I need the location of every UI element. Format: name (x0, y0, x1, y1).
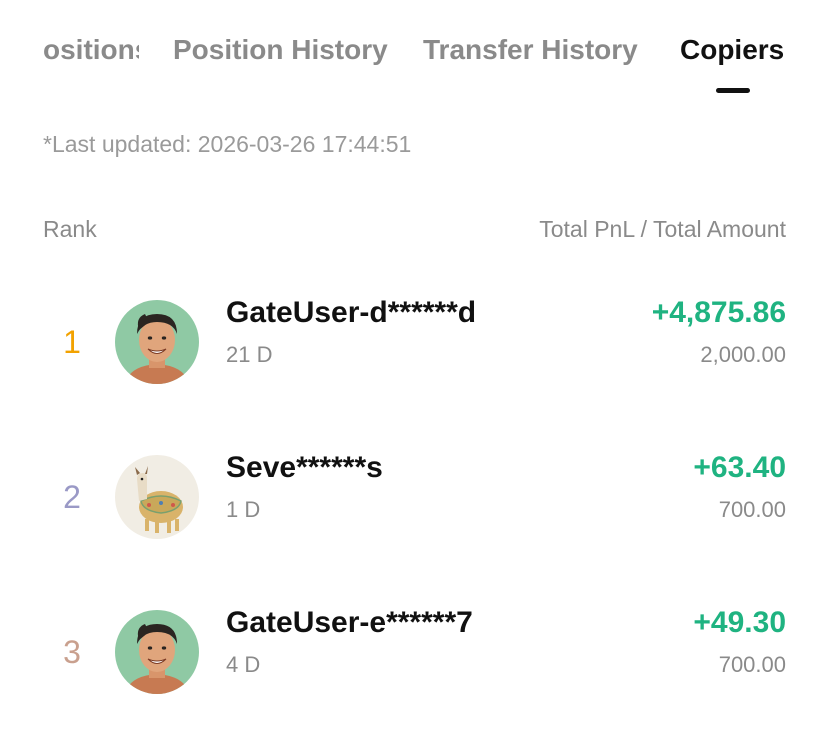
tab-bar: ositions Position History Transfer Histo… (0, 0, 829, 110)
total-amount: 700.00 (718, 497, 786, 522)
tab-transfer-history[interactable]: Transfer History (423, 30, 638, 70)
last-updated-text: *Last updated: 2026-03-26 17:44:51 (43, 131, 412, 157)
copier-name: GateUser-e******7 (226, 606, 473, 639)
copier-row[interactable]: 1 GateUser-d******d 21 D +4,875.86 2,000… (0, 284, 829, 394)
total-pnl: +4,875.86 (651, 296, 786, 329)
tab-position-history[interactable]: Position History (173, 30, 388, 70)
tab-positions[interactable]: ositions (43, 30, 139, 70)
rank-number: 2 (63, 479, 81, 515)
column-header-pnl-amount: Total PnL / Total Amount (539, 216, 786, 242)
llama-avatar (115, 455, 199, 539)
tab-copiers[interactable]: Copiers (680, 30, 784, 70)
total-amount: 2,000.00 (700, 342, 786, 367)
total-amount: 700.00 (718, 652, 786, 677)
copy-duration: 21 D (226, 342, 273, 367)
copy-duration: 4 D (226, 652, 261, 677)
rank-number: 1 (63, 324, 81, 360)
man-avatar (115, 300, 199, 384)
tab-positions-label: ositions (43, 34, 139, 65)
total-pnl: +63.40 (693, 451, 786, 484)
man-avatar (115, 610, 199, 694)
rank-number: 3 (63, 634, 81, 670)
total-pnl: +49.30 (693, 606, 786, 639)
copier-name: Seve******s (226, 451, 383, 484)
active-tab-indicator (716, 88, 750, 93)
copy-duration: 1 D (226, 497, 261, 522)
copier-name: GateUser-d******d (226, 296, 477, 329)
column-header-rank: Rank (43, 216, 97, 242)
copier-row[interactable]: 2 Seve******s 1 D +63.40 700.00 (0, 439, 829, 549)
copier-row[interactable]: 3 GateUser-e******7 4 D +49.30 700.00 (0, 594, 829, 704)
